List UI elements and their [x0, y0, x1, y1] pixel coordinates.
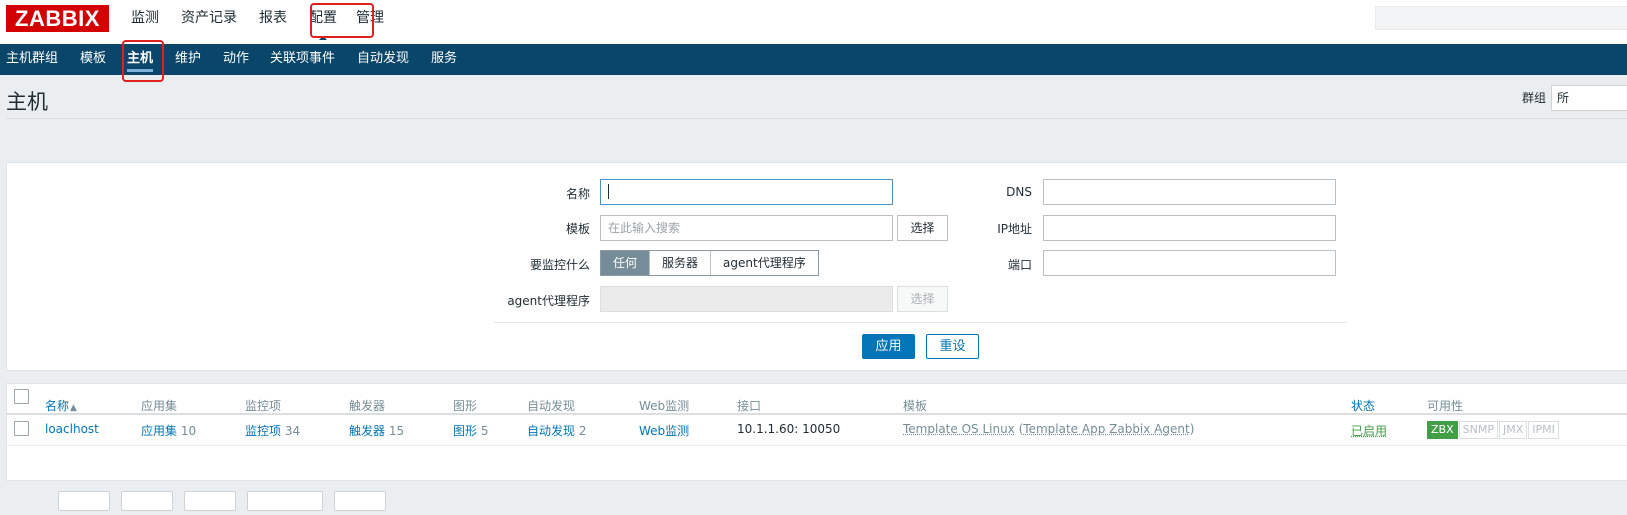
- text-caret: [608, 184, 609, 199]
- host-apps-link[interactable]: 应用集: [141, 424, 177, 438]
- column-header-status[interactable]: 状态: [1351, 397, 1375, 414]
- host-apps-count: 10: [180, 424, 197, 438]
- footer-action-button-3[interactable]: [184, 491, 236, 511]
- sort-asc-icon: ▲: [70, 403, 77, 413]
- proxy-select-button: 选择: [897, 286, 948, 312]
- availability-zbx-badge: ZBX: [1427, 421, 1458, 439]
- zabbix-logo[interactable]: ZABBIX: [6, 5, 109, 32]
- paren-close: ): [1189, 422, 1195, 436]
- availability-badges: ZBX SNMP JMX IPMI: [1427, 421, 1560, 439]
- filter-monitor-label: 要监控什么: [529, 258, 590, 272]
- column-header-availability: 可用性: [1427, 399, 1464, 413]
- column-header-triggers: 触发器: [349, 399, 386, 413]
- host-triggers-cell: 触发器 15: [349, 422, 404, 439]
- column-header-templates: 模板: [903, 399, 928, 413]
- availability-jmx-badge: JMX: [1498, 421, 1528, 439]
- menu-monitoring[interactable]: 监测: [131, 0, 159, 40]
- header-divider: [6, 118, 1627, 119]
- footer-action-button-2[interactable]: [121, 491, 173, 511]
- column-header-web: Web监测: [639, 399, 690, 413]
- column-header-items: 监控项: [245, 399, 282, 413]
- filter-divider: [494, 322, 1347, 323]
- host-status-toggle[interactable]: 已启用: [1351, 422, 1387, 439]
- host-items-link[interactable]: 监控项: [245, 424, 281, 438]
- host-items-count: 34: [284, 424, 301, 438]
- submenu-templates[interactable]: 模板: [80, 44, 106, 74]
- main-menu: 监测 资产记录 报表 配置 管理: [131, 0, 406, 40]
- filter-proxy-input: [600, 286, 893, 312]
- submenu-actions[interactable]: 动作: [223, 44, 249, 74]
- monitor-option-any[interactable]: 任何: [601, 251, 650, 275]
- host-triggers-count: 15: [388, 424, 405, 438]
- submenu-host-groups[interactable]: 主机群组: [6, 44, 58, 74]
- host-triggers-link[interactable]: 触发器: [349, 424, 385, 438]
- template-select-button[interactable]: 选择: [897, 215, 948, 241]
- menu-administration[interactable]: 管理: [356, 0, 384, 40]
- column-header-apps: 应用集: [141, 399, 178, 413]
- select-all-checkbox[interactable]: [14, 389, 29, 404]
- footer-action-button-4[interactable]: [247, 491, 323, 511]
- host-name-link[interactable]: loaclhost: [45, 422, 99, 436]
- submenu-discovery[interactable]: 自动发现: [357, 44, 409, 74]
- submenu-hosts[interactable]: 主机: [127, 44, 154, 74]
- host-interface: 10.1.1.60: 10050: [737, 422, 841, 436]
- column-header-discovery: 自动发现: [527, 399, 576, 413]
- submenu-services[interactable]: 服务: [431, 44, 457, 74]
- template-placeholder: 在此输入搜索: [608, 221, 681, 235]
- template-link-os-linux[interactable]: Template OS Linux: [903, 422, 1015, 436]
- host-web-link[interactable]: Web监测: [639, 422, 689, 439]
- filter-name-label: 名称: [565, 187, 590, 201]
- submenu-maintenance[interactable]: 维护: [175, 44, 201, 74]
- menu-reports[interactable]: 报表: [259, 0, 287, 40]
- host-graphs-link[interactable]: 图形: [453, 424, 477, 438]
- group-select[interactable]: 所: [1551, 85, 1627, 111]
- apply-button[interactable]: 应用: [862, 334, 915, 359]
- filter-ip-input[interactable]: [1043, 215, 1336, 241]
- host-apps-cell: 应用集 10: [141, 422, 196, 439]
- table-header-divider: [6, 413, 1627, 415]
- menu-configuration[interactable]: 配置: [309, 0, 337, 40]
- row-divider: [6, 445, 1627, 446]
- global-search-input[interactable]: [1375, 6, 1627, 30]
- filter-ip-label: IP地址: [997, 222, 1032, 236]
- filter-dns-input[interactable]: [1043, 179, 1336, 205]
- menu-inventory[interactable]: 资产记录: [181, 0, 237, 40]
- footer-action-button-5[interactable]: [334, 491, 386, 511]
- host-templates-cell: Template OS Linux (Template App Zabbix A…: [903, 422, 1194, 436]
- column-header-interface: 接口: [737, 399, 762, 413]
- reset-button[interactable]: 重设: [926, 334, 979, 359]
- column-name-text: 名称: [45, 399, 70, 413]
- filter-port-label: 端口: [1007, 258, 1032, 272]
- template-link-zabbix-agent[interactable]: Template App Zabbix Agent: [1023, 422, 1189, 436]
- footer-action-button-1[interactable]: [58, 491, 110, 511]
- sub-menu: 主机群组 模板 主机 维护 动作 关联项事件 自动发现 服务: [0, 44, 1627, 75]
- top-bar: ZABBIX 监测 资产记录 报表 配置 管理: [0, 0, 1627, 44]
- row-checkbox[interactable]: [14, 421, 29, 436]
- filter-template-input[interactable]: 在此输入搜索: [600, 215, 893, 241]
- filter-template-label: 模板: [565, 222, 590, 236]
- filter-name-input[interactable]: [600, 179, 893, 205]
- host-discovery-cell: 自动发现 2: [527, 422, 586, 439]
- submenu-correlation[interactable]: 关联项事件: [270, 44, 335, 74]
- host-discovery-count: 2: [578, 424, 587, 438]
- host-items-cell: 监控项 34: [245, 422, 300, 439]
- availability-snmp-badge: SNMP: [1458, 421, 1498, 439]
- host-graphs-cell: 图形 5: [453, 422, 488, 439]
- filter-dns-label: DNS: [1006, 185, 1032, 199]
- column-header-graphs: 图形: [453, 399, 478, 413]
- host-discovery-link[interactable]: 自动发现: [527, 424, 575, 438]
- column-header-name[interactable]: 名称▲: [45, 397, 77, 414]
- monitor-by-toggle: 任何 服务器 agent代理程序: [600, 250, 819, 276]
- group-filter-label: 群组: [1522, 91, 1547, 105]
- monitor-option-server[interactable]: 服务器: [649, 251, 711, 275]
- filter-port-input[interactable]: [1043, 250, 1336, 276]
- availability-ipmi-badge: IPMI: [1528, 421, 1559, 439]
- page-title: 主机: [6, 90, 48, 114]
- monitor-option-proxy[interactable]: agent代理程序: [710, 251, 818, 275]
- host-graphs-count: 5: [480, 424, 489, 438]
- filter-proxy-label: agent代理程序: [507, 294, 590, 308]
